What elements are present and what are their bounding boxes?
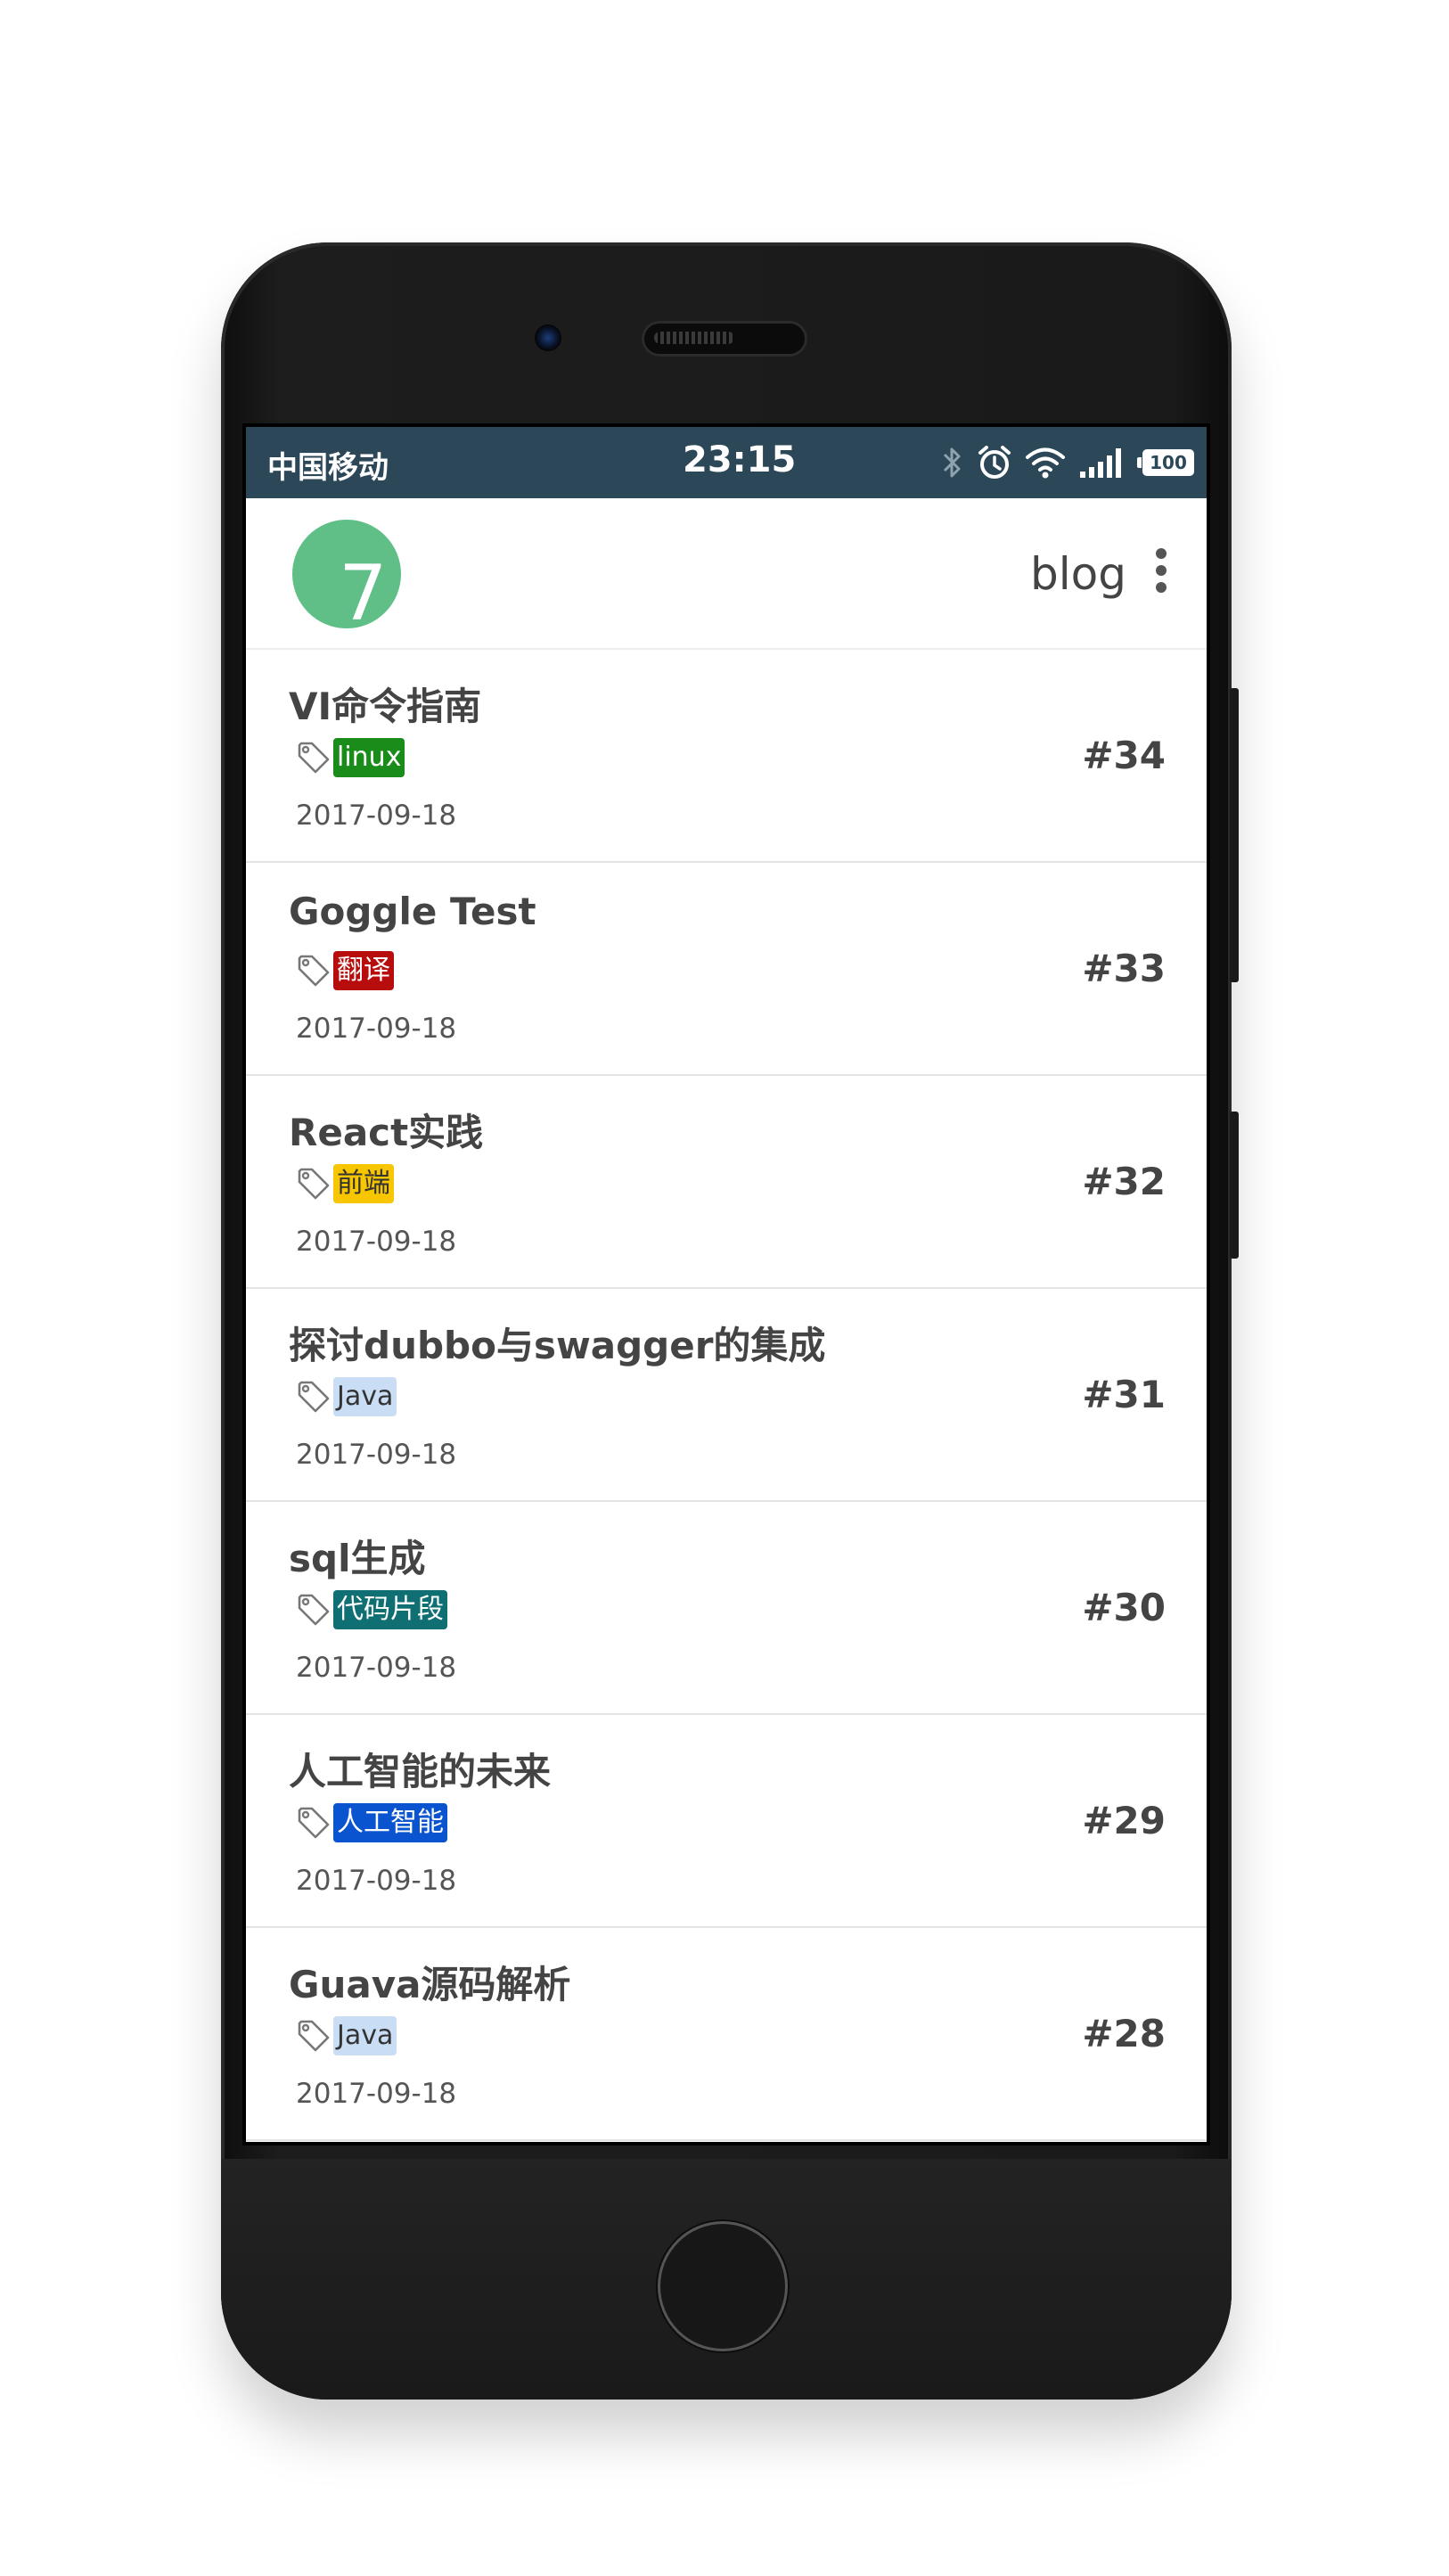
avatar-glyph: 7 bbox=[339, 549, 388, 628]
volume-button bbox=[1230, 688, 1239, 982]
post-date: 2017-09-18 bbox=[296, 1013, 457, 1045]
carrier-name: 中国移动 bbox=[267, 450, 389, 486]
power-button bbox=[1230, 1112, 1239, 1259]
tag-badge[interactable]: linux bbox=[333, 738, 405, 777]
post-tag-row: linux bbox=[296, 735, 405, 780]
post-number: #34 bbox=[1082, 734, 1166, 777]
tag-icon bbox=[298, 1381, 330, 1413]
post-date: 2017-09-18 bbox=[296, 1652, 457, 1684]
app-header: 7 blog bbox=[246, 498, 1207, 650]
tag-badge[interactable]: 代码片段 bbox=[333, 1590, 447, 1629]
post-title: 探讨dubbo与swagger的集成 bbox=[289, 1324, 826, 1367]
tag-icon bbox=[298, 1168, 330, 1200]
list-item[interactable]: 探讨dubbo与swagger的集成 Java 2017-09-18 #31 bbox=[246, 1289, 1207, 1502]
post-date: 2017-09-18 bbox=[296, 800, 457, 832]
status-clock: 23:15 bbox=[683, 439, 797, 480]
post-title: Guava源码解析 bbox=[289, 1963, 571, 2006]
device-mockup: 中国移动 23:15 100 7 blog VI命令指南 linux 2017-… bbox=[0, 0, 1449, 2576]
header-title: blog bbox=[1030, 548, 1126, 600]
tag-badge[interactable]: 人工智能 bbox=[333, 1803, 447, 1842]
alarm-icon bbox=[978, 446, 1011, 479]
post-title: Goggle Test bbox=[289, 890, 536, 933]
status-icons: 100 bbox=[941, 441, 1194, 484]
tag-badge[interactable]: Java bbox=[333, 2016, 397, 2055]
post-list: VI命令指南 linux 2017-09-18 #34 Goggle Test bbox=[246, 650, 1207, 2141]
tag-icon bbox=[298, 1807, 330, 1839]
wifi-icon bbox=[1026, 447, 1065, 479]
tag-icon bbox=[298, 1594, 330, 1626]
post-tag-row: Java bbox=[296, 2014, 397, 2058]
post-number: #30 bbox=[1082, 1586, 1166, 1629]
tag-icon bbox=[298, 742, 330, 774]
post-number: #32 bbox=[1082, 1160, 1166, 1203]
post-tag-row: Java bbox=[296, 1374, 397, 1419]
list-item[interactable]: sql生成 代码片段 2017-09-18 #30 bbox=[246, 1502, 1207, 1715]
tag-badge[interactable]: 前端 bbox=[333, 1164, 394, 1203]
post-title: VI命令指南 bbox=[289, 685, 482, 728]
tag-badge[interactable]: Java bbox=[333, 1377, 397, 1416]
home-button[interactable] bbox=[658, 2221, 788, 2351]
list-item[interactable]: Goggle Test 翻译 2017-09-18 #33 bbox=[246, 863, 1207, 1076]
avatar[interactable]: 7 bbox=[292, 520, 401, 628]
post-number: #33 bbox=[1082, 947, 1166, 990]
post-title: React实践 bbox=[289, 1111, 484, 1154]
post-tag-row: 前端 bbox=[296, 1161, 394, 1206]
post-date: 2017-09-18 bbox=[296, 1226, 457, 1258]
signal-icon bbox=[1080, 448, 1121, 478]
post-date: 2017-09-18 bbox=[296, 1865, 457, 1897]
post-tag-row: 人工智能 bbox=[296, 1801, 447, 1845]
more-vert-icon[interactable] bbox=[1155, 548, 1167, 593]
post-number: #29 bbox=[1082, 1799, 1166, 1842]
tag-icon bbox=[298, 2020, 330, 2052]
post-number: #31 bbox=[1082, 1373, 1166, 1416]
list-item[interactable]: VI命令指南 linux 2017-09-18 #34 bbox=[246, 650, 1207, 863]
post-tag-row: 代码片段 bbox=[296, 1587, 447, 1632]
post-date: 2017-09-18 bbox=[296, 2078, 457, 2110]
post-tag-row: 翻译 bbox=[296, 948, 394, 993]
post-title: 人工智能的未来 bbox=[289, 1750, 552, 1793]
list-item[interactable]: 人工智能的未来 人工智能 2017-09-18 #29 bbox=[246, 1715, 1207, 1928]
front-camera bbox=[535, 324, 561, 351]
bluetooth-icon bbox=[943, 447, 961, 478]
status-bar: 中国移动 23:15 100 bbox=[246, 427, 1207, 498]
battery-icon: 100 bbox=[1137, 449, 1194, 476]
post-date: 2017-09-18 bbox=[296, 1439, 457, 1471]
post-title: sql生成 bbox=[289, 1537, 426, 1580]
post-number: #28 bbox=[1082, 2012, 1166, 2055]
list-item[interactable]: Guava源码解析 Java 2017-09-18 #28 bbox=[246, 1928, 1207, 2141]
tag-icon bbox=[298, 955, 330, 987]
list-item[interactable]: React实践 前端 2017-09-18 #32 bbox=[246, 1076, 1207, 1289]
tag-badge[interactable]: 翻译 bbox=[333, 951, 394, 990]
earpiece-speaker bbox=[642, 321, 807, 357]
phone-screen: 中国移动 23:15 100 7 blog VI命令指南 linux 2017-… bbox=[242, 423, 1210, 2145]
